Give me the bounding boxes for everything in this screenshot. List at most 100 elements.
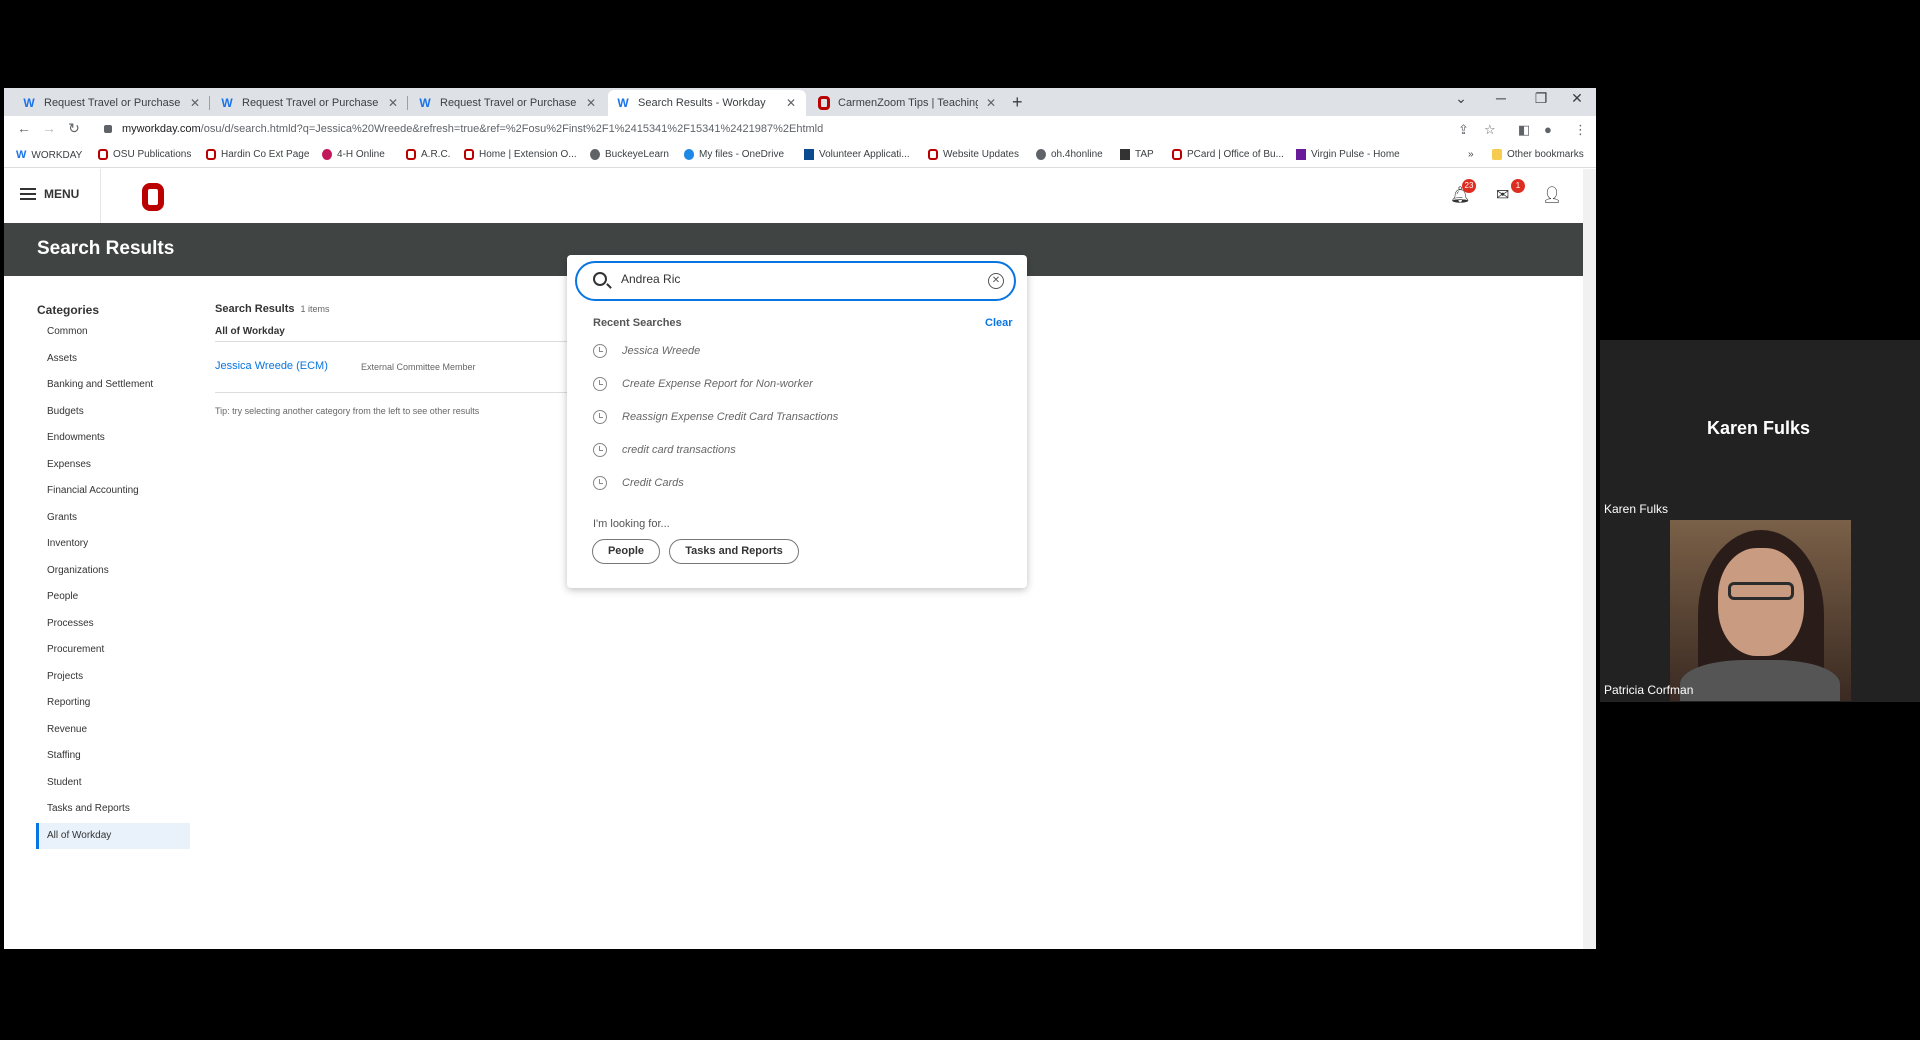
recent-search-item[interactable]: Reassign Expense Credit Card Transaction… — [593, 410, 838, 424]
tab-search-results[interactable]: W Search Results - Workday ✕ — [608, 90, 806, 116]
category-common[interactable]: Common — [36, 319, 190, 346]
bookmark-website-updates[interactable]: Website Updates — [928, 149, 1019, 160]
category-people[interactable]: People — [36, 584, 190, 611]
bookmark-volunteer-application[interactable]: Volunteer Applicati... — [804, 149, 910, 160]
bookmark-pcard[interactable]: PCard | Office of Bu... — [1172, 149, 1284, 160]
bookmark-label: Virgin Pulse - Home — [1311, 149, 1400, 160]
bookmark-hardin-co[interactable]: Hardin Co Ext Page — [206, 149, 309, 160]
category-all-of-workday[interactable]: All of Workday — [36, 822, 190, 849]
categories-title: Categories — [37, 303, 100, 317]
tab-request-travel-2[interactable]: W Request Travel or Purchase - Wo ✕ — [212, 90, 408, 116]
browser-window: W Request Travel or Purchase - Wo ✕ W Re… — [4, 88, 1596, 949]
profile-icon[interactable]: ● — [1544, 122, 1552, 137]
participant-video — [1670, 520, 1851, 701]
filter-people-button[interactable]: People — [592, 539, 660, 564]
recent-search-text: Create Expense Report for Non-worker — [622, 378, 813, 390]
osu-logo[interactable] — [142, 183, 164, 211]
menu-button[interactable]: MENU — [20, 187, 79, 201]
bookmark-label: oh.4honline — [1051, 149, 1103, 160]
workday-icon: W — [419, 96, 431, 110]
category-endowments[interactable]: Endowments — [36, 425, 190, 452]
tab-carmenzoom[interactable]: CarmenZoom Tips | Teaching and ✕ — [810, 90, 1006, 116]
close-icon[interactable]: ✕ — [584, 96, 598, 110]
search-box[interactable]: ✕ — [575, 261, 1016, 301]
kebab-menu-icon[interactable]: ⋮ — [1574, 122, 1587, 138]
star-icon[interactable]: ☆ — [1484, 122, 1496, 138]
bookmark-onedrive[interactable]: My files - OneDrive — [684, 149, 784, 160]
new-tab-button[interactable]: + — [1012, 92, 1023, 113]
p-icon — [1296, 149, 1306, 160]
category-processes[interactable]: Processes — [36, 611, 190, 638]
page-scrollbar[interactable] — [1583, 169, 1596, 949]
search-input[interactable] — [619, 271, 969, 287]
category-tasks-and-reports[interactable]: Tasks and Reports — [36, 796, 190, 823]
category-budgets[interactable]: Budgets — [36, 399, 190, 426]
result-link[interactable]: Jessica Wreede (ECM) — [215, 360, 328, 372]
bookmark-osu-publications[interactable]: OSU Publications — [98, 149, 191, 160]
recent-search-item[interactable]: Jessica Wreede — [593, 344, 700, 358]
results-count: 1 items — [300, 304, 330, 314]
category-expenses[interactable]: Expenses — [36, 452, 190, 479]
participant-name: Patricia Corfman — [1604, 683, 1694, 697]
osu-icon — [818, 96, 830, 110]
bookmark-virgin-pulse[interactable]: Virgin Pulse - Home — [1296, 149, 1400, 160]
address-bar[interactable]: myworkday.com/osu/d/search.htmld?q=Jessi… — [122, 123, 823, 135]
bookmark-buckeyelearn[interactable]: BuckeyeLearn — [590, 149, 669, 160]
back-icon[interactable]: ← — [14, 120, 34, 136]
browser-toolbar: ← → ↻ myworkday.com/osu/d/search.htmld?q… — [4, 116, 1596, 144]
forward-icon[interactable]: → — [39, 120, 59, 136]
osu-icon — [406, 149, 416, 160]
category-organizations[interactable]: Organizations — [36, 558, 190, 585]
tab-request-travel-3[interactable]: W Request Travel or Purchase - Wo ✕ — [410, 90, 606, 116]
category-grants[interactable]: Grants — [36, 505, 190, 532]
category-assets[interactable]: Assets — [36, 346, 190, 373]
category-revenue[interactable]: Revenue — [36, 717, 190, 744]
tab-search-dropdown-icon[interactable]: ⌄ — [1446, 90, 1476, 107]
category-procurement[interactable]: Procurement — [36, 637, 190, 664]
category-banking[interactable]: Banking and Settlement — [36, 372, 190, 399]
category-student[interactable]: Student — [36, 770, 190, 797]
reload-icon[interactable]: ↻ — [64, 120, 84, 137]
category-reporting[interactable]: Reporting — [36, 690, 190, 717]
side-panel-icon[interactable]: ◧ — [1518, 122, 1530, 138]
share-icon[interactable]: ⇪ — [1458, 122, 1469, 138]
category-inventory[interactable]: Inventory — [36, 531, 190, 558]
filter-tasks-reports-button[interactable]: Tasks and Reports — [669, 539, 799, 564]
tab-request-travel-1[interactable]: W Request Travel or Purchase - Wo ✕ — [14, 90, 210, 116]
bookmarks-bar: W WORKDAY OSU Publications Hardin Co Ext … — [4, 144, 1596, 168]
close-window-button[interactable]: ✕ — [1562, 90, 1592, 107]
minimize-button[interactable]: ─ — [1486, 90, 1516, 106]
bookmark-workday[interactable]: W WORKDAY — [16, 149, 82, 161]
other-bookmarks[interactable]: Other bookmarks — [1492, 149, 1584, 160]
inbox-icon[interactable]: ✉︎ — [1496, 185, 1509, 205]
category-staffing[interactable]: Staffing — [36, 743, 190, 770]
bookmark-oh4honline[interactable]: oh.4honline — [1036, 149, 1103, 160]
close-icon[interactable]: ✕ — [984, 96, 998, 110]
workday-icon: W — [221, 96, 233, 110]
active-speaker-name: Karen Fulks — [1707, 418, 1811, 438]
clear-recent-button[interactable]: Clear — [985, 317, 1013, 329]
close-icon[interactable]: ✕ — [386, 96, 400, 110]
close-icon[interactable]: ✕ — [188, 96, 202, 110]
clear-search-icon[interactable]: ✕ — [988, 273, 1004, 289]
user-icon[interactable]: 👤︎ — [1542, 185, 1562, 205]
bookmark-4h-online[interactable]: 4-H Online — [322, 149, 385, 160]
recent-search-item[interactable]: Credit Cards — [593, 476, 684, 490]
notifications-badge: 23 — [1462, 179, 1476, 193]
history-icon — [593, 410, 607, 424]
header-divider — [100, 169, 101, 223]
bookmark-tap[interactable]: TAP — [1120, 149, 1154, 160]
bookmark-arc[interactable]: A.R.C. — [406, 149, 450, 160]
category-financial-accounting[interactable]: Financial Accounting — [36, 478, 190, 505]
video-body — [1680, 660, 1840, 701]
speaker-label: Karen Fulks — [1604, 502, 1669, 516]
category-projects[interactable]: Projects — [36, 664, 190, 691]
bookmark-label: My files - OneDrive — [699, 149, 785, 160]
close-icon[interactable]: ✕ — [784, 96, 798, 110]
recent-search-item[interactable]: Create Expense Report for Non-worker — [593, 377, 813, 391]
recent-search-item[interactable]: credit card transactions — [593, 443, 736, 457]
bookmark-home-extension[interactable]: Home | Extension O... — [464, 149, 577, 160]
more-bookmarks-button[interactable]: » — [1468, 149, 1474, 160]
video-glasses — [1728, 582, 1794, 600]
restore-button[interactable]: ❐ — [1526, 90, 1556, 107]
